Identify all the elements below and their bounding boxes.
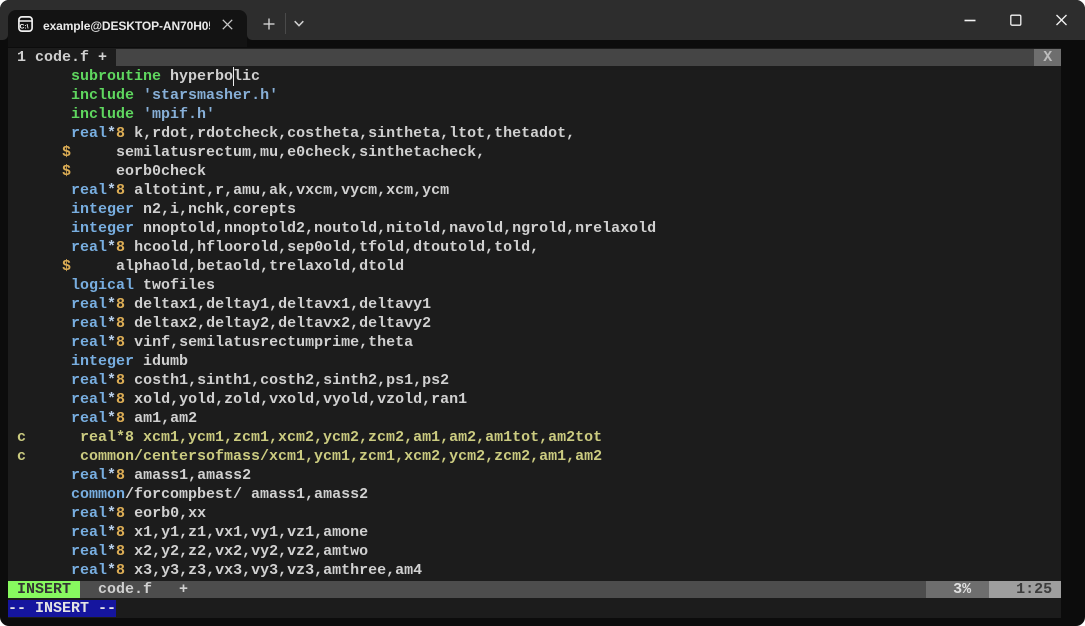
svg-text:C:\: C:\ [20,23,29,30]
